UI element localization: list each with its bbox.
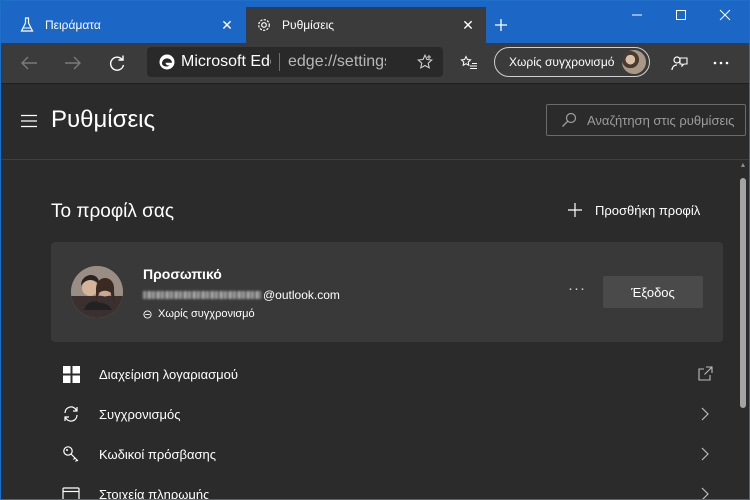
close-tab-icon[interactable]: ✕ — [460, 17, 476, 33]
scrollbar[interactable]: ▲ — [737, 160, 749, 499]
search-icon — [562, 112, 577, 127]
sync-status-label: Χωρίς συγχρονισμό — [158, 308, 255, 320]
new-tab-button[interactable] — [489, 13, 513, 37]
minimize-button[interactable] — [615, 1, 659, 29]
profile-sync-status: Χωρίς συγχρονισμό — [143, 308, 255, 320]
key-icon — [61, 444, 81, 464]
scrollbar-thumb[interactable] — [740, 178, 746, 408]
redacted-email-prefix — [143, 291, 261, 299]
scroll-up-arrow-icon[interactable]: ▲ — [739, 162, 747, 170]
more-menu-icon[interactable] — [709, 51, 733, 75]
maximize-button[interactable] — [659, 1, 703, 29]
address-bar[interactable]: Microsoft Edge edge://settings — [147, 47, 443, 77]
profile-card: Προσωπικό @outlook.com Χωρίς συγχρονισμό… — [51, 242, 723, 342]
profile-email: @outlook.com — [143, 288, 340, 302]
tab-strip: Πειράματα ✕ Ρυθμίσεις ✕ — [1, 1, 749, 43]
sync-off-icon — [143, 309, 152, 319]
feedback-icon[interactable] — [667, 51, 691, 75]
site-name: Microsoft Edge — [181, 53, 271, 70]
hamburger-menu-icon[interactable] — [21, 114, 37, 128]
forward-arrow-icon[interactable] — [61, 51, 85, 75]
search-placeholder: Αναζήτηση στις ρυθμίσεις — [587, 112, 735, 128]
url-text: edge://settings — [288, 53, 386, 70]
menu-item-payment-info[interactable]: Στοιχεία πληρωμής — [51, 474, 723, 500]
close-tab-icon[interactable]: ✕ — [219, 17, 235, 33]
tab-experiments[interactable]: Πειράματα ✕ — [9, 7, 245, 43]
menu-item-label: Κωδικοί πρόσβασης — [99, 446, 216, 462]
menu-item-sync[interactable]: Συγχρονισμός — [51, 394, 723, 434]
menu-item-passwords[interactable]: Κωδικοί πρόσβασης — [51, 434, 723, 474]
back-arrow-icon[interactable] — [17, 51, 41, 75]
page-title: Ρυθμίσεις — [51, 106, 156, 133]
avatar — [622, 50, 646, 74]
menu-item-manage-account[interactable]: Διαχείριση λογαριασμού — [51, 354, 723, 394]
favorite-star-icon[interactable] — [417, 54, 433, 70]
profile-more-button[interactable]: ··· — [565, 280, 589, 297]
address-divider — [279, 53, 280, 71]
favorites-icon[interactable] — [457, 51, 481, 75]
chevron-right-icon — [701, 447, 709, 461]
flask-icon — [19, 17, 35, 33]
browser-window: Πειράματα ✕ Ρυθμίσεις ✕ Microsoft Ed edg… — [0, 0, 750, 500]
profile-avatar — [71, 266, 123, 318]
sync-icon — [61, 404, 81, 424]
plus-icon — [568, 203, 582, 217]
tab-settings[interactable]: Ρυθμίσεις ✕ — [246, 7, 486, 43]
edge-logo-icon — [159, 54, 175, 70]
profile-section-title: Το προφίλ σας — [51, 201, 175, 222]
credit-card-icon — [61, 484, 81, 499]
settings-page: Ρυθμίσεις Αναζήτηση στις ρυθμίσεις ▲ Το … — [1, 84, 749, 499]
menu-item-label: Συγχρονισμός — [99, 406, 181, 422]
add-profile-button[interactable]: Προσθήκη προφίλ — [567, 202, 700, 218]
tab-label: Πειράματα — [45, 18, 101, 32]
refresh-icon[interactable] — [105, 51, 129, 75]
add-profile-label: Προσθήκη προφίλ — [595, 202, 701, 218]
profile-sync-button[interactable]: Χωρίς συγχρονισμό — [494, 47, 650, 77]
windows-grid-icon — [61, 364, 81, 384]
tab-label: Ρυθμίσεις — [282, 18, 335, 32]
external-link-icon — [698, 366, 713, 381]
profile-name: Προσωπικό — [143, 266, 222, 282]
menu-item-label: Στοιχεία πληρωμής — [99, 486, 210, 500]
toolbar: Microsoft Edge edge://settings Χωρίς συγ… — [1, 43, 749, 84]
email-domain: @outlook.com — [263, 288, 340, 302]
chevron-right-icon — [701, 407, 709, 421]
close-window-button[interactable] — [703, 1, 747, 29]
gear-icon — [256, 17, 272, 33]
chevron-right-icon — [701, 487, 709, 499]
menu-item-label: Διαχείριση λογαριασμού — [99, 366, 238, 382]
sync-label: Χωρίς συγχρονισμό — [509, 55, 615, 69]
settings-header: Ρυθμίσεις Αναζήτηση στις ρυθμίσεις — [1, 84, 749, 160]
settings-search-input[interactable]: Αναζήτηση στις ρυθμίσεις — [546, 104, 746, 136]
sign-out-button[interactable]: Έξοδος — [603, 276, 703, 308]
